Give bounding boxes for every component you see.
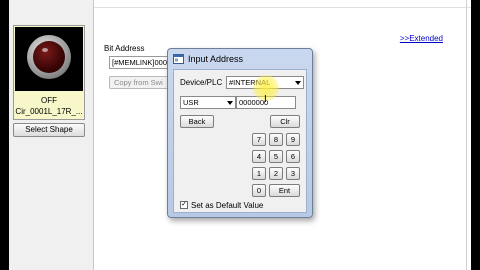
input-address-dialog: Input Address Device/PLC #INTERNAL USR 0… [167, 48, 313, 218]
enter-button[interactable]: Ent [269, 184, 300, 197]
key-0[interactable]: 0 [252, 184, 266, 197]
key-4[interactable]: 4 [252, 150, 266, 163]
key-7[interactable]: 7 [252, 133, 266, 146]
app-window-icon [173, 54, 184, 64]
text-cursor-icon: I [264, 94, 267, 105]
device-area-select[interactable]: USR [180, 96, 236, 109]
default-value-checkbox[interactable]: ✓ [180, 201, 188, 209]
key-8[interactable]: 8 [269, 133, 283, 146]
letterbox-left [0, 0, 9, 270]
copy-from-switch-button[interactable]: Copy from Swi [109, 76, 169, 89]
lamp-bezel-icon [27, 35, 71, 79]
shape-preview-box: OFF Cir_0001L_17R_... [13, 25, 85, 120]
key-3[interactable]: 3 [286, 167, 300, 180]
extended-link[interactable]: >>Extended [400, 34, 443, 43]
dialog-title: Input Address [188, 54, 244, 64]
default-value-label: Set as Default Value [191, 201, 264, 210]
key-5[interactable]: 5 [269, 150, 283, 163]
chevron-down-icon [227, 101, 233, 105]
divider [466, 0, 467, 270]
state-label: OFF [41, 96, 57, 105]
chevron-down-icon [295, 81, 301, 85]
device-plc-select[interactable]: #INTERNAL [226, 76, 304, 89]
lamp-glint [42, 48, 48, 52]
key-1[interactable]: 1 [252, 167, 266, 180]
shape-name: Cir_0001L_17R_... [15, 107, 83, 116]
key-6[interactable]: 6 [286, 150, 300, 163]
letterbox-right [471, 0, 480, 270]
key-9[interactable]: 9 [286, 133, 300, 146]
bit-address-label: Bit Address [104, 44, 145, 53]
device-area-value: USR [183, 98, 199, 107]
lamp-lens-icon [33, 41, 65, 73]
select-shape-button[interactable]: Select Shape [13, 123, 85, 137]
shape-preview [15, 27, 83, 91]
divider [94, 7, 472, 8]
dialog-body: Device/PLC #INTERNAL USR 0000000 Back Cl… [173, 69, 307, 213]
back-button[interactable]: Back [180, 115, 214, 128]
app-window: OFF Cir_0001L_17R_... Select Shape >>Ext… [0, 0, 480, 270]
device-plc-value: #INTERNAL [229, 78, 271, 87]
device-plc-label: Device/PLC [180, 78, 223, 87]
shape-panel: OFF Cir_0001L_17R_... Select Shape [9, 0, 93, 270]
key-2[interactable]: 2 [269, 167, 283, 180]
clear-button[interactable]: Clr [270, 115, 300, 128]
